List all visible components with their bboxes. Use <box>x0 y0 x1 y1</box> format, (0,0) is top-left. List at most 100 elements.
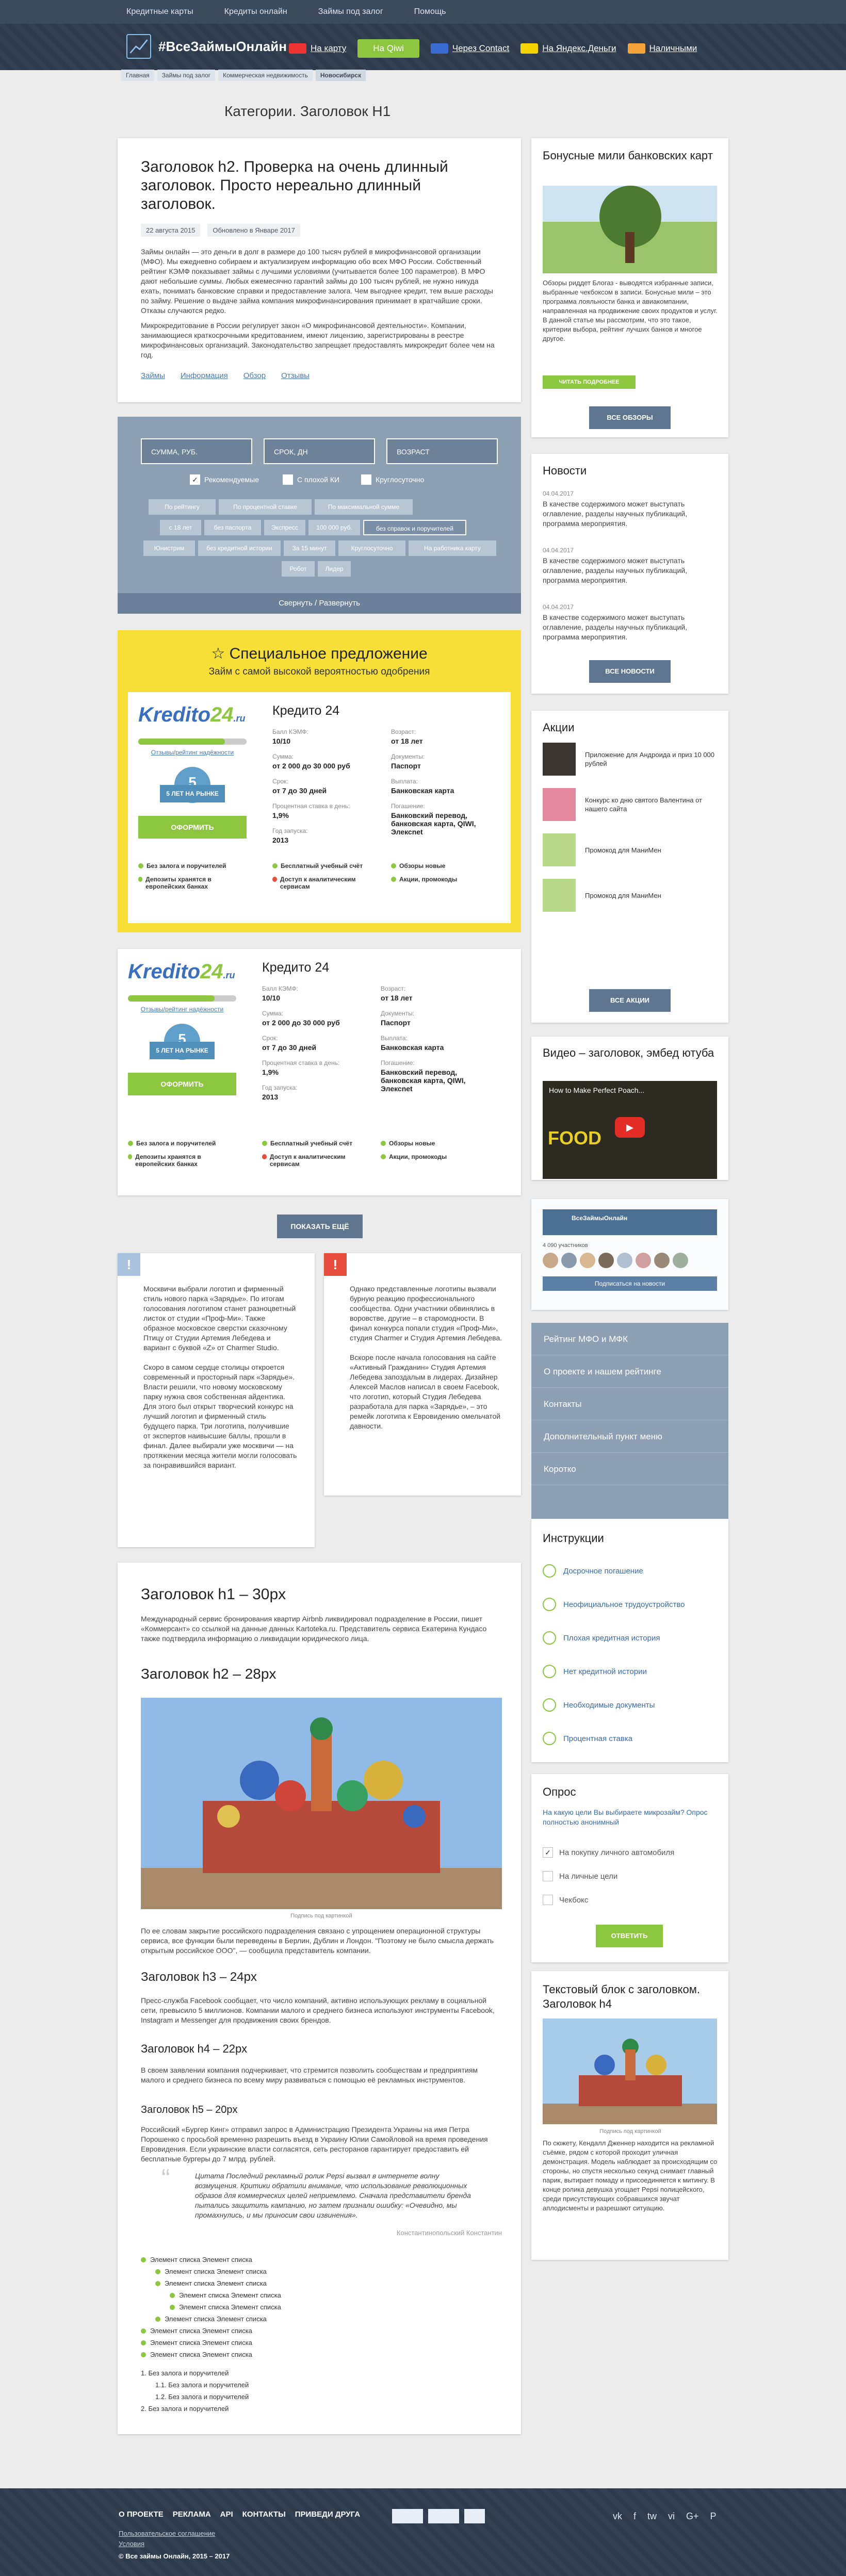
feature-item: Бесплатный учебный счёт <box>262 1140 365 1147</box>
filter-checkbox-recommended[interactable]: ✓ Рекомендуемые <box>190 474 259 485</box>
filter-checkbox-24h[interactable]: Круглосуточно <box>361 474 424 485</box>
site-footer: О ПРОЕКТЕ РЕКЛАМА API КОНТАКТЫ ПРИВЕДИ Д… <box>0 2488 846 2576</box>
poll-option[interactable]: Чекбокс <box>543 1895 588 1905</box>
filter-pill[interactable]: без кредитной истории <box>198 540 281 556</box>
play-icon[interactable]: ▶ <box>615 1117 645 1138</box>
sort-pill[interactable]: По процентной ставке <box>219 499 312 515</box>
lender-logo[interactable]: Kredito24.ru <box>128 960 235 983</box>
all-promos-button[interactable]: ВСЕ АКЦИИ <box>589 989 671 1012</box>
field-key: Балл КЭМФ: <box>262 985 298 992</box>
filter-pill[interactable]: Экспресс <box>264 520 305 535</box>
footer-legal-link[interactable]: Условия <box>119 2540 144 2548</box>
twitter-icon[interactable]: tw <box>647 2511 657 2522</box>
instruction-link[interactable]: Нет кредитной истории <box>543 1665 647 1678</box>
sort-pill[interactable]: По рейтингу <box>149 499 216 515</box>
footer-link[interactable]: КОНТАКТЫ <box>242 2510 286 2519</box>
facebook-icon[interactable]: f <box>633 2511 636 2522</box>
logo-part: .ru <box>223 970 235 980</box>
vk-icon[interactable]: vk <box>613 2511 622 2522</box>
viber-icon[interactable]: vi <box>668 2511 675 2522</box>
filter-pill[interactable]: 100 000 руб. <box>308 520 360 535</box>
topnav-item[interactable]: Помощь <box>414 7 446 17</box>
article-h4: Заголовок h4 – 22px <box>141 2042 248 2055</box>
read-more-button[interactable]: ЧИТАТЬ ПОДРОБНЕЕ <box>543 375 636 389</box>
footer-link[interactable]: ПРИВЕДИ ДРУГА <box>295 2510 360 2519</box>
pay-link-yandex[interactable]: На Яндекс.Деньги <box>520 43 616 54</box>
breadcrumb-item[interactable]: Главная <box>121 70 154 81</box>
news-text[interactable]: В качестве содержимого может выступать о… <box>543 499 718 529</box>
promo-item[interactable]: Промокод для МаниМен <box>543 833 718 866</box>
filter-pill[interactable]: Робот <box>282 561 315 577</box>
instruction-link[interactable]: Досрочное погашение <box>543 1564 643 1578</box>
filter-pill[interactable]: Юнистрим <box>143 540 195 556</box>
menu-item[interactable]: Контакты <box>531 1388 728 1420</box>
menu-item[interactable]: О проекте и нашем рейтинге <box>531 1355 728 1388</box>
rating-link[interactable]: Отзывы/рейтинг надёжности <box>128 1006 236 1013</box>
rating-link[interactable]: Отзывы/рейтинг надёжности <box>138 749 247 756</box>
instruction-link[interactable]: Плохая кредитная история <box>543 1631 660 1645</box>
all-news-button[interactable]: ВСЕ НОВОСТИ <box>589 660 671 683</box>
pay-link-contact[interactable]: Через Contact <box>430 43 509 54</box>
footer-legal-link[interactable]: Пользовательское соглашение <box>119 2530 215 2537</box>
footer-link[interactable]: API <box>220 2510 233 2519</box>
pay-link-cash[interactable]: Наличными <box>627 43 697 54</box>
topnav-item[interactable]: Кредиты онлайн <box>224 7 287 17</box>
tag-link[interactable]: Информация <box>181 371 228 380</box>
filter-collapse-toggle[interactable]: Свернуть / Развернуть <box>118 593 521 614</box>
all-reviews-button[interactable]: ВСЕ ОБЗОРЫ <box>589 406 671 429</box>
topnav-item[interactable]: Кредитные карты <box>126 7 193 17</box>
news-text[interactable]: В качестве содержимого может выступать о… <box>543 613 718 642</box>
menu-item[interactable]: Дополнительный пункт меню <box>531 1420 728 1453</box>
news-text[interactable]: В качестве содержимого может выступать о… <box>543 556 718 585</box>
promo-item[interactable]: Приложение для Андроида и приз 10 000 ру… <box>543 743 718 776</box>
filter-pill[interactable]: Круглосуточно <box>338 540 405 556</box>
special-offer: ☆ Специальное предложение Займ с самой в… <box>118 630 521 932</box>
vk-header[interactable]: ВсеЗаймыОнлайн <box>543 1209 717 1235</box>
poll-option[interactable]: На личные цели <box>543 1871 617 1881</box>
filter-pill-selected[interactable]: без справок и поручителей <box>363 520 466 535</box>
filter-pill[interactable]: На работника карту <box>409 540 496 556</box>
footer-link[interactable]: РЕКЛАМА <box>173 2510 211 2519</box>
amount-input[interactable]: СУММА, РУБ. <box>141 438 252 464</box>
term-input[interactable]: СРОК, ДН <box>264 438 375 464</box>
logo[interactable]: #ВсеЗаймыОнлайн <box>126 34 287 59</box>
tag-link[interactable]: Отзывы <box>281 371 310 380</box>
poll-option[interactable]: ✓ На покупку личного автомобиля <box>543 1847 674 1858</box>
vk-subscribe-button[interactable]: Подписаться на новости <box>543 1276 717 1291</box>
promo-item[interactable]: Конкурс ко дню святого Валентина от наше… <box>543 788 718 821</box>
filter-pill[interactable]: За 15 минут <box>284 540 335 556</box>
filter-pill[interactable]: Лидер <box>318 561 351 577</box>
sort-pill[interactable]: По максимальной сумме <box>315 499 413 515</box>
tag-link[interactable]: Обзор <box>243 371 266 380</box>
apply-button[interactable]: ОФОРМИТЬ <box>128 1073 236 1095</box>
video-player[interactable]: How to Make Perfect Poach... FOOD ▶ <box>543 1081 717 1179</box>
lender-logo[interactable]: Kredito24.ru <box>138 703 246 727</box>
qiwi-button[interactable]: На Qiwi <box>357 39 419 58</box>
pinterest-icon[interactable]: P <box>710 2511 717 2522</box>
filter-pill[interactable]: без паспорта <box>204 520 261 535</box>
poll-submit-button[interactable]: ОТВЕТИТЬ <box>596 1925 663 1947</box>
menu-item[interactable]: Коротко <box>531 1453 728 1485</box>
breadcrumb-item[interactable]: Займы под залог <box>157 70 216 81</box>
instruction-link[interactable]: Необходимые документы <box>543 1698 655 1712</box>
footer-link[interactable]: О ПРОЕКТЕ <box>119 2510 164 2519</box>
topnav-item[interactable]: Займы под залог <box>318 7 383 17</box>
breadcrumb-item[interactable]: Коммерческая недвижимость <box>218 70 313 81</box>
instruction-link[interactable]: Процентная ставка <box>543 1732 632 1745</box>
filter-pill[interactable]: с 18 лет <box>160 520 201 535</box>
checkbox-label: Рекомендуемые <box>204 475 259 484</box>
instruction-link[interactable]: Неофициальное трудоустройство <box>543 1598 685 1611</box>
note-text: Однако представленные логотипы вызвали б… <box>350 1285 502 1430</box>
filter-checkbox-bad-ki[interactable]: С плохой КИ <box>283 474 339 485</box>
show-more-button[interactable]: ПОКАЗАТЬ ЕЩЁ <box>277 1215 363 1238</box>
apply-button[interactable]: ОФОРМИТЬ <box>138 816 247 839</box>
pay-link-card[interactable]: На карту <box>289 43 346 54</box>
tag-link[interactable]: Займы <box>141 371 165 380</box>
menu-item[interactable]: Рейтинг МФО и МФК <box>531 1323 728 1355</box>
promo-item[interactable]: Промокод для МаниМен <box>543 879 718 912</box>
rating-fill <box>138 739 225 745</box>
age-input[interactable]: ВОЗРАСТ <box>386 438 498 464</box>
loan-field: Год запуска: 2013 <box>262 1084 298 1101</box>
avatar <box>654 1253 670 1268</box>
google-plus-icon[interactable]: G+ <box>686 2511 699 2522</box>
